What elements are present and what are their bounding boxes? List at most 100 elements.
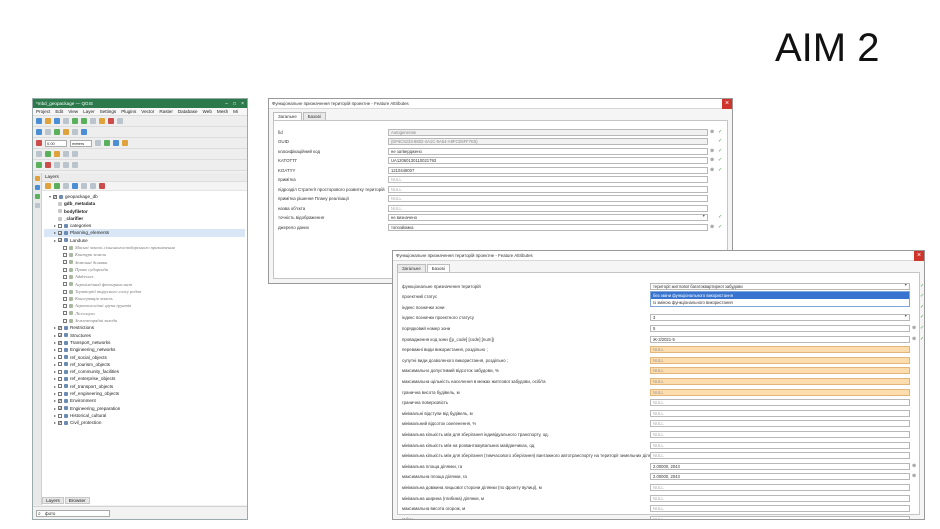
layer-tree-item[interactable]: ▸ Historical_cultural [44,412,245,419]
visibility-checkbox[interactable] [58,384,62,389]
visibility-checkbox[interactable] [58,332,62,339]
visibility-checkbox[interactable] [58,413,62,418]
field-input[interactable]: 5 [650,324,910,332]
field-input[interactable]: NULL [650,505,910,513]
maximize-icon[interactable]: □ [233,101,236,107]
panel-tab[interactable]: Layers [42,497,64,504]
field-input[interactable]: NULL [650,483,910,491]
add-feature-icon[interactable] [36,162,42,168]
visibility-checkbox[interactable] [58,362,62,367]
minimize-icon[interactable]: – [225,101,228,107]
menu-item[interactable]: Plugins [121,109,136,114]
layer-tree-item[interactable]: Addresses [44,273,245,280]
close-icon[interactable]: × [722,99,732,109]
cut-icon[interactable] [54,162,60,168]
field-input[interactable]: 2.00000, 2043 [650,462,910,470]
plus-icon[interactable] [45,151,51,157]
layer-tree-item[interactable]: ▸ ref_engineering_objects [44,390,245,397]
visibility-checkbox[interactable] [63,245,67,250]
menu-item[interactable]: Project [36,109,50,114]
field-input[interactable]: NULL [388,176,708,183]
collapse-all-icon[interactable] [90,183,96,189]
select-icon[interactable] [108,118,114,124]
field-input[interactable]: NULL [650,452,910,460]
filter-icon[interactable] [45,129,51,135]
clear-field-icon[interactable]: ⊗ [912,463,916,470]
layer-tree-item[interactable]: ▸ ref_tourism_objects [44,361,245,368]
identify-icon[interactable] [99,118,105,124]
manage-map-themes-icon[interactable] [63,183,69,189]
field-input[interactable]: NULL [650,494,910,502]
visibility-checkbox[interactable] [58,419,62,427]
snap-icon[interactable] [95,140,101,146]
field-input[interactable]: NULL [650,409,910,417]
db-icon[interactable] [34,185,40,190]
zoom-out-icon[interactable] [81,118,87,124]
visibility-checkbox[interactable] [63,274,67,279]
field-input[interactable]: NULL [650,430,910,438]
field-input[interactable]: не затверджено [388,147,708,155]
layer-tree-item[interactable]: Агрохімічний фітогранслист [44,281,245,288]
layer-tree-item[interactable]: bodyfiletor [44,208,245,215]
layer-tree-item[interactable]: ▸Environment [44,397,245,404]
menu-item[interactable]: Mesh [217,109,228,114]
visibility-checkbox[interactable] [58,347,62,352]
visibility-checkbox[interactable] [63,289,67,294]
delete-feature-icon[interactable] [45,162,51,168]
panel-tab[interactable]: Browser [64,497,90,504]
paste-icon[interactable] [72,162,78,168]
locator-input[interactable]: ⌕ фото [36,510,110,517]
layer-tree-item[interactable]: ▸Landuse [44,237,245,244]
layer-tree-item[interactable]: ▸Engineering_preparation [44,405,245,412]
layer-tree-item[interactable]: ▸Structures [44,332,245,339]
layer-tree-item[interactable]: ▸Transport_networks [44,339,245,346]
new-project-icon[interactable] [36,118,42,124]
menu-item[interactable]: Web [203,109,212,114]
sum-icon[interactable] [63,129,69,135]
visibility-checkbox[interactable] [58,230,62,237]
layer-tree-item[interactable]: ▸ Engineering_networks [44,346,245,353]
field-select[interactable]: території житлової багатоквартирної забу… [650,282,910,290]
visibility-checkbox[interactable] [63,260,67,265]
visibility-checkbox[interactable] [53,193,57,200]
visibility-checkbox[interactable] [58,237,62,244]
clear-field-icon[interactable]: ⊗ [710,157,714,164]
layer-tree-item[interactable]: ▸ categories [44,222,245,229]
raster-icon[interactable] [34,194,40,199]
zoom-full-icon[interactable] [90,118,96,124]
zoom-in-icon[interactable] [72,118,78,124]
clear-field-icon[interactable]: ⊗ [710,167,714,174]
redo-icon[interactable] [72,151,78,157]
field-input[interactable]: NULL [650,388,910,396]
visibility-checkbox[interactable] [58,377,62,382]
save-project-icon[interactable] [54,118,60,124]
visibility-checkbox[interactable] [58,369,62,374]
field-input[interactable]: UA12060130110021793 [388,157,708,164]
visibility-checkbox[interactable] [63,318,67,323]
layer-tree-item[interactable]: ▸ ref_community_facilities [44,368,245,375]
pan-icon[interactable] [63,118,69,124]
visibility-checkbox[interactable] [58,391,62,396]
menu-item[interactable]: Mi [233,109,238,114]
visibility-checkbox[interactable] [63,311,67,316]
visibility-checkbox[interactable] [58,324,62,332]
layer-tree-item[interactable]: Консервація земель [44,295,245,302]
field-input[interactable]: 1210448007 [388,166,708,174]
field-input[interactable]: NULL [650,515,910,519]
pencil-icon[interactable] [54,151,60,157]
style-icon[interactable] [45,183,51,189]
field-input[interactable]: {DF6C5233-8802-4A1C-9A54-A9FCE5FF7E5} [388,138,708,145]
visibility-checkbox[interactable] [58,397,62,405]
field-input[interactable]: NULL [650,356,910,364]
field-input[interactable]: NULL [650,377,910,385]
dialog-tab[interactable]: Загальне [397,264,426,272]
field-input[interactable]: NULL [650,441,910,449]
visibility-checkbox[interactable] [63,304,67,309]
undo-icon[interactable] [63,151,69,157]
layer-tree-item[interactable]: ▸ ref_social_objects [44,354,245,361]
layer-tree-item[interactable]: ▸Planning_elements [44,229,245,237]
visibility-checkbox[interactable] [63,253,67,258]
field-input[interactable]: топозйомка [388,223,708,231]
vertex-icon[interactable] [36,151,42,157]
visibility-checkbox[interactable] [63,267,67,272]
